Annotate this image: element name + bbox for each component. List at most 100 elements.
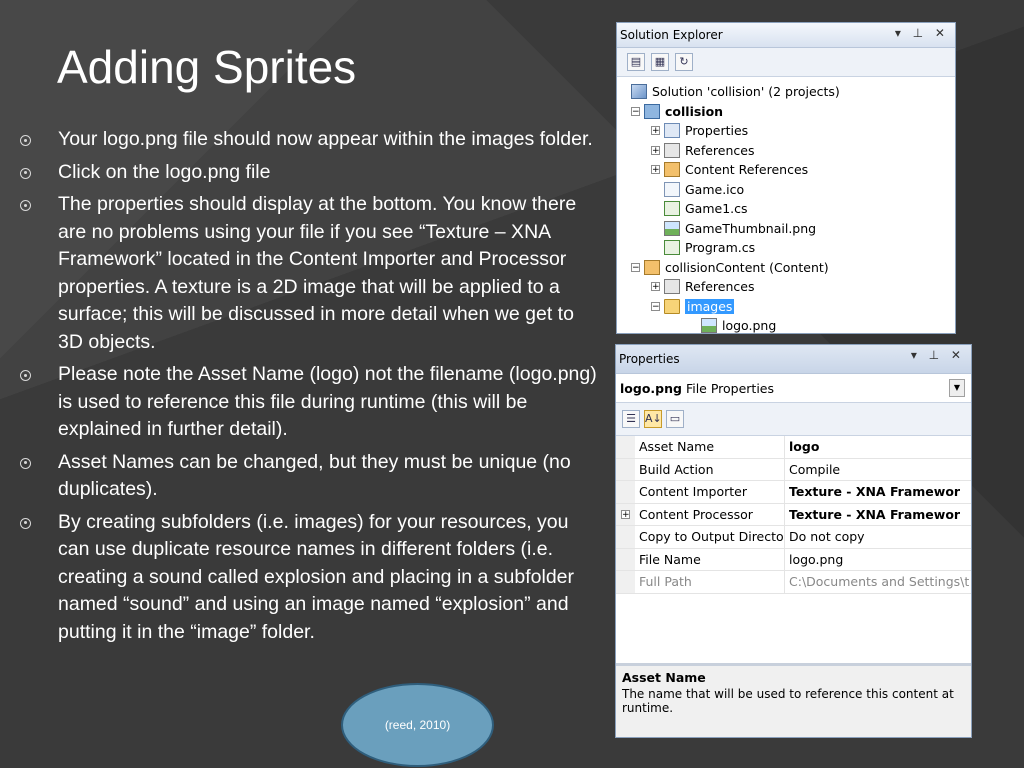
expand-icon[interactable]: +	[651, 282, 660, 292]
tree-item-properties[interactable]: + Properties	[617, 121, 955, 141]
property-row[interactable]: + Content Processor Texture - XNA Framew…	[616, 503, 971, 526]
categorized-icon[interactable]: ☰	[622, 410, 640, 428]
tree-item-images-folder[interactable]: − images	[617, 297, 955, 317]
property-name: File Name	[635, 548, 785, 570]
property-row[interactable]: Build Action Compile	[616, 458, 971, 481]
solution-explorer-title: Solution Explorer	[620, 28, 723, 42]
property-row[interactable]: Copy to Output Director Do not copy	[616, 526, 971, 549]
expand-icon[interactable]: +	[651, 126, 660, 136]
tree-item-program-cs[interactable]: Program.cs	[617, 238, 955, 258]
bullet-circle-icon	[20, 370, 31, 381]
description-title: Asset Name	[622, 670, 706, 685]
expand-icon[interactable]: +	[651, 145, 660, 155]
property-name: Full Path	[635, 571, 785, 593]
property-row[interactable]: Asset Name logo	[616, 436, 971, 459]
cs-file-icon	[664, 240, 680, 256]
properties-icon	[664, 123, 680, 139]
property-value[interactable]: logo.png	[785, 552, 971, 567]
cs-file-icon	[664, 201, 680, 217]
project-icon	[644, 103, 660, 119]
bullet-text: The properties should display at the bot…	[58, 193, 577, 353]
png-file-icon	[664, 220, 680, 236]
tree-item-content-references[interactable]: + Content References	[617, 160, 955, 180]
expand-icon[interactable]: +	[651, 165, 660, 175]
property-row[interactable]: Content Importer Texture - XNA Framewor	[616, 481, 971, 504]
property-row[interactable]: Full Path C:\Documents and Settings\t	[616, 571, 971, 594]
property-grid: Asset Name logo Build Action Compile Con…	[616, 436, 971, 594]
citation-badge: (reed, 2010)	[341, 683, 494, 767]
bullet-item: Asset Names can be changed, but they mus…	[16, 449, 601, 504]
bullet-list: Your logo.png file should now appear wit…	[16, 126, 601, 651]
folder-open-icon	[664, 298, 680, 314]
content-references-icon	[664, 162, 680, 178]
description-text: The name that will be used to reference …	[622, 687, 954, 715]
bullet-circle-icon	[20, 200, 31, 211]
properties-title: Properties	[619, 352, 680, 366]
property-name: Content Processor	[635, 503, 785, 525]
bullet-circle-icon	[20, 457, 31, 469]
property-description: Asset Name The name that will be used to…	[616, 663, 971, 737]
property-value[interactable]: Texture - XNA Framewor	[785, 507, 971, 522]
collapse-icon[interactable]: −	[651, 301, 660, 311]
solution-tree: Solution 'collision' (2 projects) − colli…	[617, 77, 955, 336]
slide-title: Adding Sprites	[57, 41, 357, 93]
bullet-item: The properties should display at the bot…	[16, 191, 601, 356]
bullet-item: By creating subfolders (i.e. images) for…	[16, 509, 601, 647]
property-value[interactable]: logo	[785, 439, 971, 454]
tree-item-game1-cs[interactable]: Game1.cs	[617, 199, 955, 219]
property-pages-icon[interactable]: ▭	[666, 410, 684, 428]
bullet-text: Click on the logo.png file	[58, 160, 271, 183]
ico-file-icon	[664, 181, 680, 197]
tree-item-gamethumbnail[interactable]: GameThumbnail.png	[617, 219, 955, 239]
property-name: Copy to Output Director	[635, 526, 785, 548]
properties-toolbar: ☰ A↓ ▭	[616, 403, 971, 436]
property-value: C:\Documents and Settings\t	[789, 574, 970, 590]
property-value[interactable]: Texture - XNA Framewor	[785, 484, 971, 499]
tree-item-solution[interactable]: Solution 'collision' (2 projects)	[617, 82, 955, 102]
refresh-icon[interactable]: ↻	[675, 53, 693, 71]
bullet-circle-icon	[20, 517, 31, 529]
png-file-icon	[701, 318, 717, 334]
property-name: Content Importer	[635, 481, 785, 503]
tree-item-references[interactable]: + References	[617, 141, 955, 161]
object-name: logo.png	[620, 380, 682, 396]
property-name: Asset Name	[635, 436, 785, 458]
properties-toolbar-icon[interactable]: ▤	[627, 53, 645, 71]
references-icon	[664, 279, 680, 295]
window-controls-icon[interactable]: ▾ ⊥ ✕	[895, 26, 949, 40]
property-value[interactable]: Compile	[785, 462, 971, 477]
solution-explorer-titlebar[interactable]: Solution Explorer ▾ ⊥ ✕	[617, 23, 955, 48]
bullet-circle-icon	[20, 135, 31, 146]
bullet-text: By creating subfolders (i.e. images) for…	[58, 510, 575, 643]
tree-item-logo-png[interactable]: logo.png	[617, 316, 955, 336]
tree-item-game-ico[interactable]: Game.ico	[617, 180, 955, 200]
properties-titlebar[interactable]: Properties ▾ ⊥ ✕	[616, 345, 971, 374]
property-name: Build Action	[635, 458, 785, 480]
property-row[interactable]: File Name logo.png	[616, 548, 971, 571]
collapse-icon[interactable]: −	[631, 106, 640, 116]
tree-item-project[interactable]: − collision	[617, 102, 955, 122]
citation-text: (reed, 2010)	[384, 718, 451, 732]
solution-explorer-panel: Solution Explorer ▾ ⊥ ✕ ▤ ▦ ↻ Solution '…	[616, 22, 956, 334]
tree-item-content-project[interactable]: − collisionContent (Content)	[617, 258, 955, 278]
dropdown-arrow-icon[interactable]: ▼	[949, 379, 965, 397]
properties-panel: Properties ▾ ⊥ ✕ logo.png File Propertie…	[615, 344, 972, 738]
solution-explorer-toolbar: ▤ ▦ ↻	[617, 48, 955, 77]
bullet-item: Click on the logo.png file	[16, 159, 601, 187]
bullet-item: Your logo.png file should now appear wit…	[16, 126, 601, 154]
collapse-icon[interactable]: −	[631, 262, 640, 272]
bullet-item: Please note the Asset Name (logo) not th…	[16, 361, 601, 444]
object-selector[interactable]: logo.png File Properties ▼	[616, 374, 971, 403]
alphabetical-sort-icon[interactable]: A↓	[644, 410, 662, 428]
content-project-icon	[644, 259, 660, 275]
bullet-text: Asset Names can be changed, but they mus…	[58, 450, 571, 501]
bullet-text: Your logo.png file should now appear wit…	[58, 128, 593, 150]
show-all-files-icon[interactable]: ▦	[651, 53, 669, 71]
property-value[interactable]: Do not copy	[785, 529, 971, 544]
object-type: File Properties	[685, 380, 774, 396]
expand-icon[interactable]: +	[621, 509, 630, 519]
references-icon	[664, 142, 680, 158]
bullet-circle-icon	[20, 167, 31, 179]
tree-item-content-references-folder[interactable]: + References	[617, 277, 955, 297]
window-controls-icon[interactable]: ▾ ⊥ ✕	[911, 348, 965, 362]
